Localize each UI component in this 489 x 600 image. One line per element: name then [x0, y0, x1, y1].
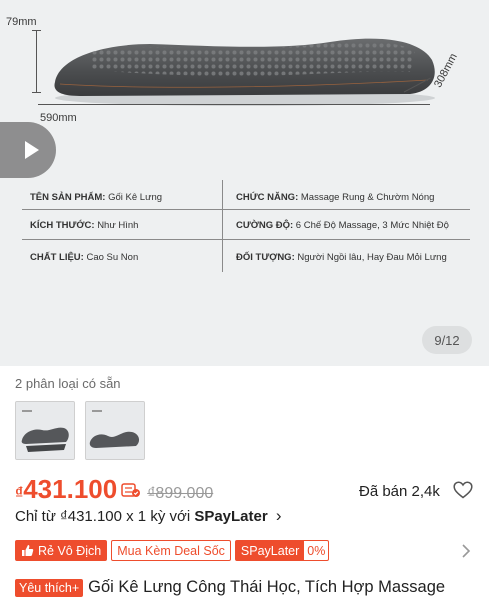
chevron-right-icon: › [275, 506, 282, 525]
price-row: ₫ 431.100 ₫899.000 [15, 474, 213, 505]
spec-table: TÊN SẢN PHẨM: Gối Kê Lưng CHỨC NĂNG: Mas… [22, 180, 470, 280]
product-title: Gối Kê Lưng Công Thái Học, Tích Hợp Mass… [88, 578, 446, 596]
height-dim-tick-top [32, 30, 41, 31]
spaylater-brand: SPayLater [194, 508, 268, 525]
variant-thumbnail[interactable] [85, 401, 145, 460]
product-title-row: Yêu thích+ Gối Kê Lưng Công Thái Học, Tí… [15, 578, 445, 597]
badge-label: Mua Kèm Deal Sốc [117, 543, 225, 558]
favorite-plus-tag: Yêu thích+ [15, 578, 84, 597]
spec-key: CHẤT LIỆU: [30, 251, 84, 263]
play-video-button[interactable] [0, 122, 56, 178]
product-image-carousel[interactable]: 79mm 590mm 308mm TÊN SẢN PHẨM: Gối Kê Lư… [0, 0, 489, 366]
badge-cheapest[interactable]: Rẻ Vô Địch [15, 540, 108, 561]
height-dim-tick-bottom [32, 92, 41, 93]
heart-icon[interactable] [453, 481, 473, 499]
original-price: ₫899.000 [147, 485, 214, 502]
price-currency: ₫ [15, 485, 24, 502]
badge-label: Rẻ Vô Địch [38, 543, 102, 558]
badge-deal[interactable]: Mua Kèm Deal Sốc [111, 540, 231, 561]
spec-value: Gối Kê Lưng [108, 191, 163, 203]
play-icon [25, 141, 39, 159]
installment-link[interactable]: Chỉ từ ₫431.100 x 1 kỳ với SPayLater › [15, 506, 282, 526]
spec-key: CHỨC NĂNG: [236, 191, 299, 203]
badge-label: SPayLater [235, 541, 305, 560]
spec-key: KÍCH THƯỚC: [30, 219, 95, 231]
spec-row: TÊN SẢN PHẨM: Gối Kê Lưng CHỨC NĂNG: Mas… [22, 182, 470, 212]
width-dimension: 590mm [40, 112, 77, 124]
height-dim-line [36, 30, 37, 92]
height-dimension: 79mm [6, 16, 37, 28]
price-value: 431.100 [23, 474, 118, 504]
width-dim-line [38, 104, 430, 105]
spec-key: TÊN SẢN PHẨM: [30, 191, 106, 203]
sold-count: Đã bán 2,4k [359, 483, 440, 500]
spec-value: 6 Chế Độ Massage, 3 Mức Nhiệt Độ [295, 219, 449, 231]
installment-text: Chỉ từ ₫431.100 x 1 kỳ với [15, 508, 195, 525]
voucher-icon [121, 482, 141, 497]
spec-value: Người Ngồi lâu, Hay Đau Mỏi Lưng [297, 251, 447, 263]
spec-key: CƯỜNG ĐỘ: [236, 219, 294, 231]
spec-value: Massage Rung & Chườm Nóng [300, 191, 435, 203]
variants-label: 2 phân loại có sẵn [15, 376, 121, 391]
image-counter: 9/12 [422, 326, 472, 354]
spec-key: ĐỐI TƯỢNG: [236, 251, 295, 263]
pillow-image [54, 38, 435, 106]
pillow-thumbnail-icon [16, 402, 74, 459]
spec-row: KÍCH THƯỚC: Như Hình CƯỜNG ĐỘ: 6 Chế Độ … [22, 210, 470, 240]
badge-spaylater[interactable]: SPayLater 0% [234, 540, 330, 561]
chevron-right-icon[interactable] [461, 543, 471, 559]
promo-badges: Rẻ Vô Địch Mua Kèm Deal Sốc SPayLater 0% [15, 540, 330, 561]
spec-row: CHẤT LIỆU: Cao Su Non ĐỐI TƯỢNG: Người N… [22, 242, 470, 272]
spec-value: Cao Su Non [86, 251, 139, 263]
pillow-thumbnail-icon [86, 402, 144, 459]
thumbs-up-icon [22, 545, 34, 556]
variant-thumbnail[interactable] [15, 401, 75, 460]
badge-rate: 0% [307, 543, 326, 558]
spec-value: Như Hình [97, 219, 139, 231]
